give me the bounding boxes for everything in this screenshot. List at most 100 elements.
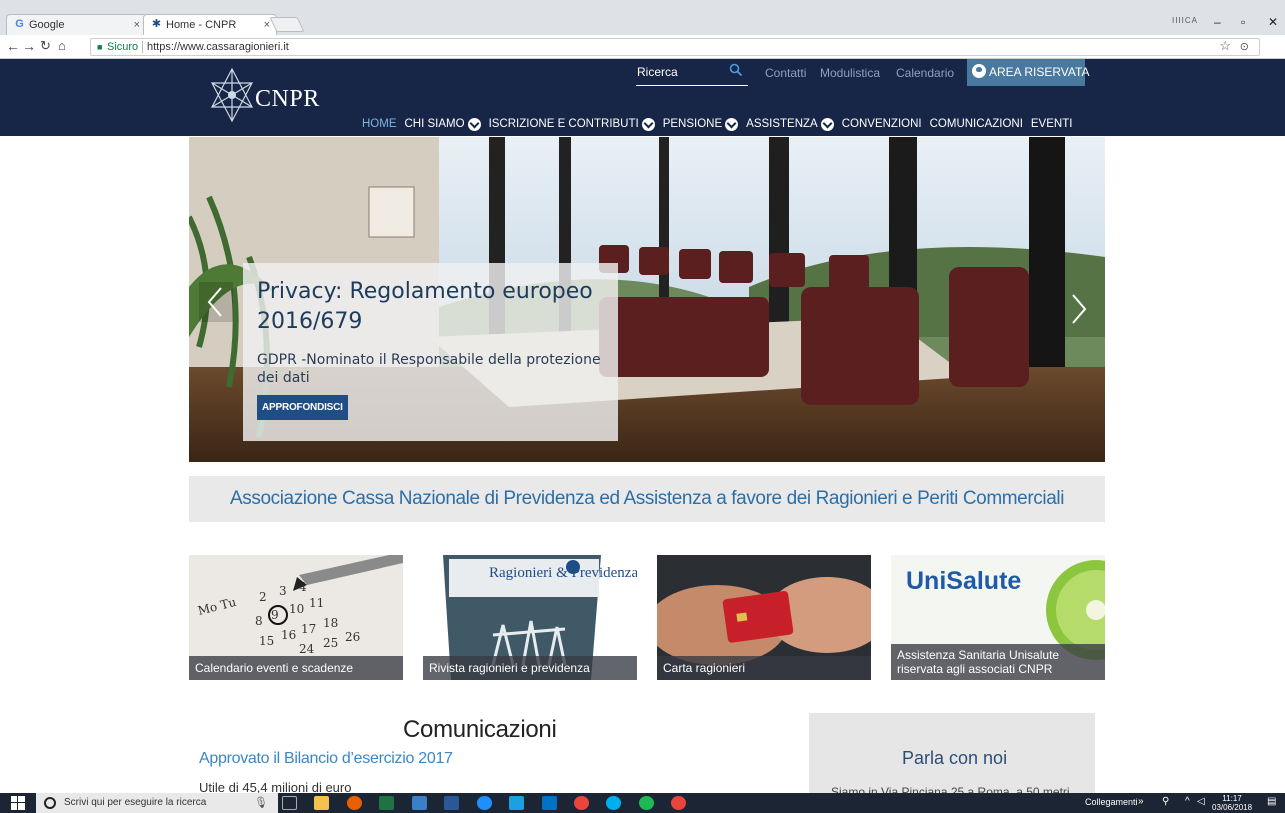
back-icon[interactable]: ← xyxy=(6,38,20,54)
word-icon[interactable] xyxy=(444,796,459,810)
restore-icon[interactable]: ▫ xyxy=(1241,15,1245,29)
calendario-link[interactable]: Calendario xyxy=(896,66,954,80)
card-unisalute[interactable]: UniSalute Assistenza Sanitaria Unisalute… xyxy=(891,555,1105,680)
card-carta[interactable]: Carta ragionieri xyxy=(657,555,871,680)
card-label: Rivista ragionieri e previdenza xyxy=(423,656,637,680)
nav-home[interactable]: HOME xyxy=(362,115,397,133)
approfondisci-button[interactable]: APPROFONDISCI xyxy=(257,395,348,420)
association-tagline: Associazione Cassa Nazionale di Previden… xyxy=(189,476,1105,522)
spotify-icon[interactable] xyxy=(639,796,654,810)
clock-date: 03/06/2018 xyxy=(1212,803,1253,812)
nav-eventi[interactable]: EVENTI xyxy=(1031,115,1073,133)
bookmark-star-icon[interactable]: ☆ xyxy=(1219,38,1231,54)
chevron-down-icon xyxy=(820,117,834,131)
chrome-icon[interactable] xyxy=(574,796,589,810)
contatti-link[interactable]: Contatti xyxy=(765,66,806,80)
card-label: Carta ragionieri xyxy=(657,656,871,680)
search-underline xyxy=(636,85,748,86)
carousel-next-icon[interactable] xyxy=(1061,289,1095,329)
lock-icon: ■ xyxy=(97,42,103,52)
card-label: Calendario eventi e scadenze xyxy=(189,656,403,680)
minimize-icon[interactable]: – xyxy=(1214,15,1221,29)
nav-label: EVENTI xyxy=(1030,118,1073,130)
close-tab-icon[interactable]: × xyxy=(134,15,140,35)
task-view-icon[interactable] xyxy=(282,796,297,810)
home-icon[interactable]: ⌂ xyxy=(58,38,66,53)
excel-icon[interactable] xyxy=(379,796,394,810)
extension-icon[interactable]: ⊙ xyxy=(1240,39,1249,55)
clock-time: 11:17 xyxy=(1222,794,1242,803)
contact-text: Siamo in Via Pinciana 25 a Roma, a 50 me… xyxy=(831,785,1070,793)
tab-title: Home - CNPR xyxy=(166,19,237,31)
profile-badge[interactable]: IIIICA xyxy=(1172,16,1198,25)
nav-label: HOME xyxy=(362,118,397,130)
svg-text:10: 10 xyxy=(289,602,304,616)
notifications-icon[interactable]: ▤ xyxy=(1267,796,1276,807)
address-toolbar: ← → ↻ ⌂ ■ Sicuro https://www.cassaragion… xyxy=(0,35,1285,59)
area-riservata-button[interactable]: AREA RISERVATA xyxy=(967,59,1089,86)
user-icon xyxy=(972,64,986,78)
tab-home-cnpr[interactable]: ✱ Home - CNPR × xyxy=(143,14,277,35)
cnpr-logo[interactable]: CNPR xyxy=(208,67,338,123)
modulistica-link[interactable]: Modulistica xyxy=(820,66,880,80)
windows-taskbar: Scrivi qui per eseguire la ricerca 🎙 Col… xyxy=(0,793,1285,813)
volume-icon[interactable]: ◁ xyxy=(1197,796,1205,807)
search-input[interactable]: Ricerca xyxy=(637,65,678,79)
firefox-icon[interactable] xyxy=(347,796,362,810)
hero-caption: Privacy: Regolamento europeo 2016/679 GD… xyxy=(243,263,618,441)
edge-icon[interactable] xyxy=(477,796,492,810)
app-icon[interactable] xyxy=(412,796,427,810)
search-icon[interactable] xyxy=(729,63,743,77)
nav-chi-siamo[interactable]: CHI SIAMO xyxy=(405,115,481,133)
microphone-icon[interactable]: 🎙 xyxy=(254,796,268,809)
divider xyxy=(142,41,143,53)
carousel-prev-icon[interactable] xyxy=(199,282,233,322)
outlook-icon[interactable] xyxy=(542,796,557,810)
svg-text:16: 16 xyxy=(281,628,296,642)
windows-start-icon[interactable] xyxy=(11,796,25,810)
site-header: CNPR Ricerca Contatti Modulistica Calend… xyxy=(0,59,1285,136)
card-label: Assistenza Sanitaria Unisalute riservata… xyxy=(891,644,1105,680)
reload-icon[interactable]: ↻ xyxy=(40,38,51,54)
close-window-icon[interactable]: ✕ xyxy=(1268,15,1278,29)
news-link[interactable]: Approvato il Bilancio d’esercizio 2017 xyxy=(199,750,453,768)
chrome-icon[interactable] xyxy=(671,796,686,810)
svg-text:11: 11 xyxy=(309,596,324,610)
svg-text:8: 8 xyxy=(255,614,263,628)
forward-icon[interactable]: → xyxy=(22,38,36,54)
svg-text:9: 9 xyxy=(271,608,279,622)
nav-iscrizione-contributi[interactable]: ISCRIZIONE E CONTRIBUTI xyxy=(489,115,655,133)
card-calendario[interactable]: Mo Tu 234 8 9 10 11 15 16 17 18 24 25 26 Calenda… xyxy=(189,555,403,680)
toolbar-expand-icon[interactable]: » xyxy=(1138,796,1144,807)
area-riservata-label: AREA RISERVATA xyxy=(989,65,1090,79)
svg-text:15: 15 xyxy=(259,634,274,648)
new-tab-button[interactable] xyxy=(269,17,305,32)
app-icon[interactable] xyxy=(509,796,524,810)
svg-text:3: 3 xyxy=(279,584,287,598)
nav-pensione[interactable]: PENSIONE xyxy=(662,115,739,133)
chevron-down-icon xyxy=(467,117,481,131)
taskbar-search-input[interactable]: Scrivi qui per eseguire la ricerca xyxy=(36,793,278,813)
nav-comunicazioni[interactable]: COMUNICAZIONI xyxy=(930,115,1023,133)
contact-box: Parla con noi Siamo in Via Pinciana 25 a… xyxy=(809,713,1095,793)
nav-convenzioni[interactable]: CONVENZIONI xyxy=(842,115,922,133)
people-icon[interactable]: ⚲ xyxy=(1162,796,1169,807)
collegamenti-toolbar[interactable]: Collegamenti xyxy=(1085,797,1138,807)
nav-label: PENSIONE xyxy=(662,118,723,130)
taskbar-search-placeholder: Scrivi qui per eseguire la ricerca xyxy=(64,797,207,808)
url-text: https://www.cassaragionieri.it xyxy=(147,41,289,53)
tray-chevron-icon[interactable]: ^ xyxy=(1185,796,1190,807)
address-bar[interactable]: ■ Sicuro https://www.cassaragionieri.it … xyxy=(90,38,1260,56)
nav-assistenza[interactable]: ASSISTENZA xyxy=(746,115,834,133)
svg-text:25: 25 xyxy=(323,636,338,650)
tab-google[interactable]: G Google × xyxy=(6,14,147,35)
file-explorer-icon[interactable] xyxy=(314,796,329,810)
main-nav: HOME CHI SIAMO ISCRIZIONE E CONTRIBUTI P… xyxy=(362,115,1080,133)
svg-text:24: 24 xyxy=(299,642,315,656)
skype-icon[interactable] xyxy=(606,796,621,810)
magazine-title: Ragionieri & Previdenza xyxy=(489,565,637,581)
hero-carousel: Privacy: Regolamento europeo 2016/679 GD… xyxy=(189,137,1105,462)
card-rivista[interactable]: Ragionieri & Previdenza Rivista ragionie… xyxy=(423,555,637,680)
tab-title: Google xyxy=(29,19,65,31)
system-clock[interactable]: 11:17 03/06/2018 xyxy=(1212,794,1252,812)
